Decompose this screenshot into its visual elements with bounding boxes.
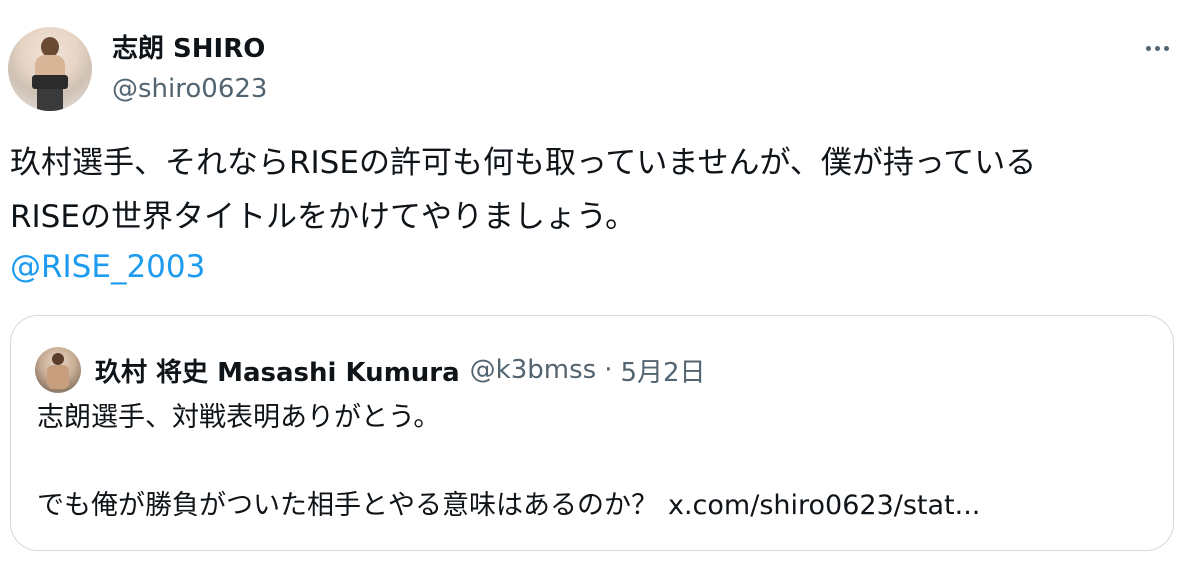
author-names: 志朗 SHIRO @shiro0623 <box>112 32 267 106</box>
more-dot <box>1163 45 1169 51</box>
more-dot <box>1145 45 1151 51</box>
more-dot <box>1154 45 1160 51</box>
tweet-header: 志朗 SHIRO @shiro0623 <box>8 24 267 114</box>
more-horizontal-icon[interactable] <box>1137 36 1177 60</box>
quoted-avatar <box>35 347 81 393</box>
quoted-text-line2-body: でも俺が勝負がついた相手とやる意味はあるのか？ <box>37 490 658 521</box>
quoted-text-line2: でも俺が勝負がついた相手とやる意味はあるのか？ x.com/shiro0623/s… <box>37 484 980 528</box>
quoted-display-name: 玖村 将史 Masashi Kumura <box>95 357 460 388</box>
tweet: 志朗 SHIRO @shiro0623 玖村選手、それならRISEの許可も何も取… <box>0 0 1197 565</box>
tweet-text: 玖村選手、それならRISEの許可も何も取っていませんが、僕が持っている RISE… <box>10 145 1037 235</box>
quoted-tweet[interactable]: 玖村 将史 Masashi Kumura @k3bmss · 5月2日 志朗選手… <box>10 315 1174 551</box>
quoted-link[interactable]: x.com/shiro0623/stat... <box>668 490 980 521</box>
author-display-name[interactable]: 志朗 SHIRO <box>112 32 267 66</box>
quoted-handle: @k3bmss <box>469 355 597 385</box>
avatar-head <box>41 37 59 57</box>
quoted-date: 5月2日 <box>620 357 706 388</box>
author-handle[interactable]: @shiro0623 <box>112 72 267 106</box>
avatar[interactable] <box>8 27 92 111</box>
mention-link[interactable]: @RISE_2003 <box>10 242 205 292</box>
quoted-avatar-head <box>52 353 64 365</box>
avatar-legs <box>37 89 63 111</box>
quoted-separator: · <box>604 355 613 385</box>
quoted-text-line1: 志朗選手、対戦表明ありがとう。 <box>37 402 441 433</box>
avatar-championship-belt <box>32 75 68 89</box>
quoted-tweet-header: 玖村 将史 Masashi Kumura @k3bmss · 5月2日 <box>35 346 706 394</box>
quoted-avatar-torso <box>47 365 69 389</box>
